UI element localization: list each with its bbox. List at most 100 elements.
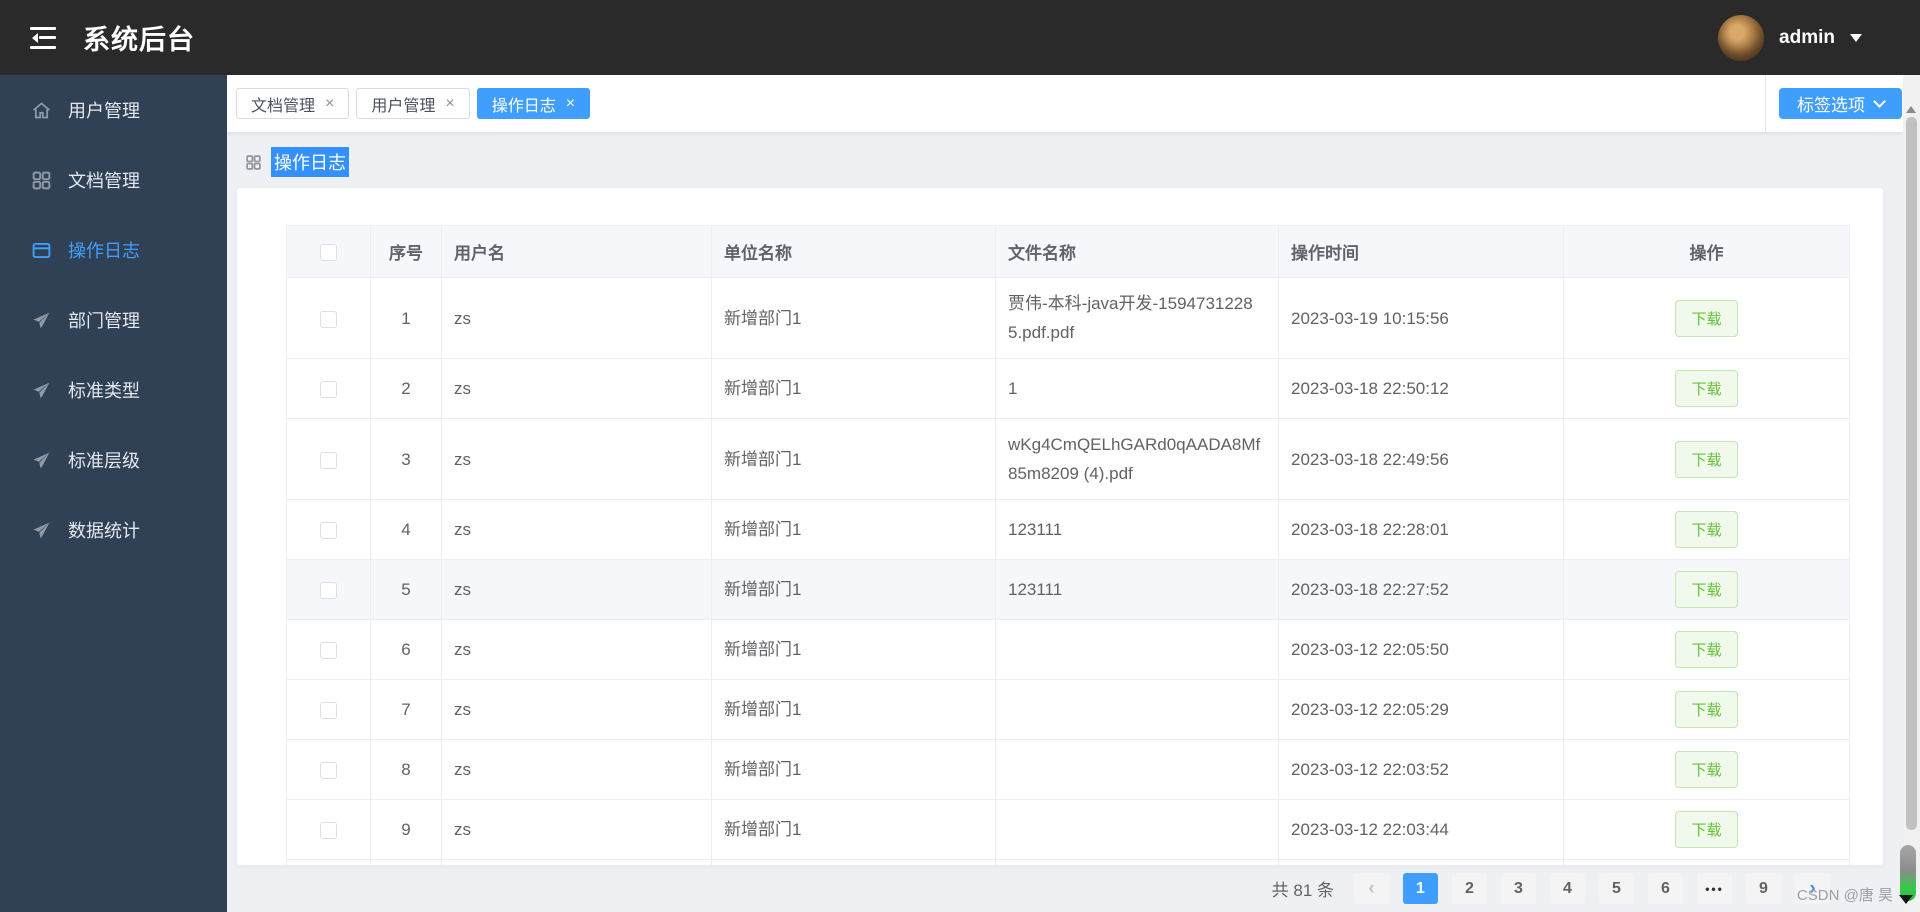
row-username-cell: zs	[441, 619, 712, 680]
scrollbar-thumb[interactable]	[1906, 117, 1917, 830]
row-checkbox[interactable]	[320, 762, 337, 780]
row-no-cell: 2	[370, 358, 442, 419]
user-dropdown-caret-icon	[1850, 34, 1862, 48]
tab-close-icon[interactable]: ×	[566, 95, 575, 112]
tab-label: 文档管理	[251, 97, 316, 115]
row-username-cell: zs	[441, 277, 712, 359]
pagination-page-5[interactable]: 5	[1599, 873, 1634, 904]
row-select-cell	[286, 418, 371, 500]
download-button[interactable]: 下载	[1675, 571, 1738, 608]
hamburger-mid	[30, 32, 56, 43]
row-select-cell	[286, 739, 371, 800]
sidebar-item-user-management[interactable]: 用户管理	[0, 75, 227, 145]
download-button[interactable]: 下载	[1675, 811, 1738, 848]
hamburger-bar	[30, 26, 56, 30]
download-button[interactable]: 下载	[1675, 299, 1738, 337]
pagination-page-4[interactable]: 4	[1550, 873, 1585, 904]
row-username-cell: zs	[441, 679, 712, 740]
row-no-cell: 6	[370, 619, 442, 680]
row-select-cell	[286, 799, 371, 860]
breadcrumb: 操作日志	[245, 147, 1903, 177]
row-time-cell: 2023-03-12 22:05:50	[1278, 619, 1564, 680]
tab-user-management[interactable]: 用户管理 ×	[356, 88, 470, 119]
row-unit-cell: 新增部门1	[711, 499, 996, 560]
tag-options-label: 标签选项	[1797, 96, 1865, 115]
column-header-action: 操作	[1563, 225, 1850, 278]
column-header-unit: 单位名称	[711, 225, 996, 278]
row-no-cell: 8	[370, 739, 442, 800]
row-checkbox[interactable]	[320, 310, 337, 328]
pagination-more-button[interactable]: •••	[1697, 873, 1732, 904]
send-icon	[31, 520, 52, 541]
download-button[interactable]: 下载	[1675, 631, 1738, 668]
download-button[interactable]: 下载	[1675, 691, 1738, 728]
tab-close-icon[interactable]: ×	[445, 95, 454, 112]
row-checkbox[interactable]	[320, 642, 337, 660]
sidebar-item-label: 用户管理	[68, 101, 140, 121]
select-all-checkbox[interactable]	[320, 243, 337, 261]
tab-operation-log[interactable]: 操作日志 ×	[476, 88, 591, 119]
download-button[interactable]: 下载	[1675, 751, 1738, 788]
scrollbar-track[interactable]	[1903, 75, 1920, 912]
pagination-page-2[interactable]: 2	[1452, 873, 1487, 904]
sidebar-item-department-management[interactable]: 部门管理	[0, 285, 227, 355]
row-time-cell: 2023-03-12 22:03:52	[1278, 739, 1564, 800]
row-action-cell: 下载	[1563, 679, 1850, 740]
row-select-cell	[286, 277, 371, 359]
row-action-cell: 下载	[1563, 358, 1850, 419]
row-checkbox[interactable]	[320, 381, 337, 399]
row-unit-cell: 新增部门1	[711, 358, 996, 419]
pagination-page-6[interactable]: 6	[1648, 873, 1683, 904]
table-row: 1 zs 新增部门1 贾伟-本科-java开发-15947312285.pdf.…	[286, 277, 1850, 359]
watermark-triangle-icon	[1899, 895, 1913, 911]
column-header-filename: 文件名称	[995, 225, 1279, 278]
user-menu[interactable]: admin	[1718, 14, 1862, 61]
row-action-cell: 下载	[1563, 418, 1850, 500]
row-action-cell: 下载	[1563, 739, 1850, 800]
row-time-cell: 2023-03-12 22:03:29	[1278, 859, 1564, 865]
row-action-cell: 下载	[1563, 277, 1850, 359]
row-filename-cell: 1	[995, 358, 1279, 419]
row-select-cell	[286, 559, 371, 620]
row-select-cell	[286, 499, 371, 560]
sidebar-item-label: 标准类型	[68, 381, 140, 401]
tab-close-icon[interactable]: ×	[325, 95, 334, 112]
pagination-page-9[interactable]: 9	[1746, 873, 1781, 904]
row-select-cell	[286, 358, 371, 419]
row-filename-cell: 123111	[995, 559, 1279, 620]
content-card: 序号 用户名 单位名称 文件名称 操作时间 操作 1 zs 新增部门1 贾伟-本…	[236, 187, 1884, 866]
row-checkbox[interactable]	[320, 582, 337, 600]
row-checkbox[interactable]	[320, 702, 337, 720]
row-unit-cell: 新增部门1	[711, 277, 996, 359]
user-avatar[interactable]	[1718, 14, 1765, 61]
username-label: admin	[1779, 26, 1835, 48]
download-button[interactable]: 下载	[1675, 511, 1738, 548]
pagination-page-1[interactable]: 1	[1403, 873, 1438, 904]
column-header-no: 序号	[370, 225, 442, 278]
sidebar-item-document-management[interactable]: 文档管理	[0, 145, 227, 215]
panel-icon	[31, 240, 52, 261]
tab-document-management[interactable]: 文档管理 ×	[236, 88, 350, 119]
topbar: 系统后台 admin	[0, 0, 1920, 75]
sidebar-item-standard-level[interactable]: 标准层级	[0, 425, 227, 495]
pagination-page-3[interactable]: 3	[1501, 873, 1536, 904]
sidebar-item-standard-type[interactable]: 标准类型	[0, 355, 227, 425]
row-time-cell: 2023-03-12 22:05:29	[1278, 679, 1564, 740]
tab-bar-right: 标签选项	[1765, 74, 1903, 133]
download-button[interactable]: 下载	[1675, 370, 1738, 407]
download-button[interactable]: 下载	[1675, 440, 1738, 478]
row-checkbox[interactable]	[320, 522, 337, 540]
row-unit-cell: 新增部门1	[711, 619, 996, 680]
pagination-prev-button[interactable]: ‹	[1354, 873, 1389, 904]
select-all-header-cell	[286, 225, 371, 278]
sidebar-item-operation-log[interactable]: 操作日志	[0, 215, 227, 285]
row-checkbox[interactable]	[320, 822, 337, 840]
hamburger-menu-icon[interactable]	[30, 26, 56, 49]
row-checkbox[interactable]	[320, 451, 337, 469]
tag-options-button[interactable]: 标签选项	[1779, 88, 1902, 119]
row-username-cell: zs	[441, 418, 712, 500]
row-unit-cell: 新增部门1	[711, 799, 996, 860]
hamburger-fold-triangle	[27, 32, 38, 43]
scrollbar-up-arrow-icon[interactable]	[1906, 101, 1916, 113]
sidebar-item-data-statistics[interactable]: 数据统计	[0, 495, 227, 565]
